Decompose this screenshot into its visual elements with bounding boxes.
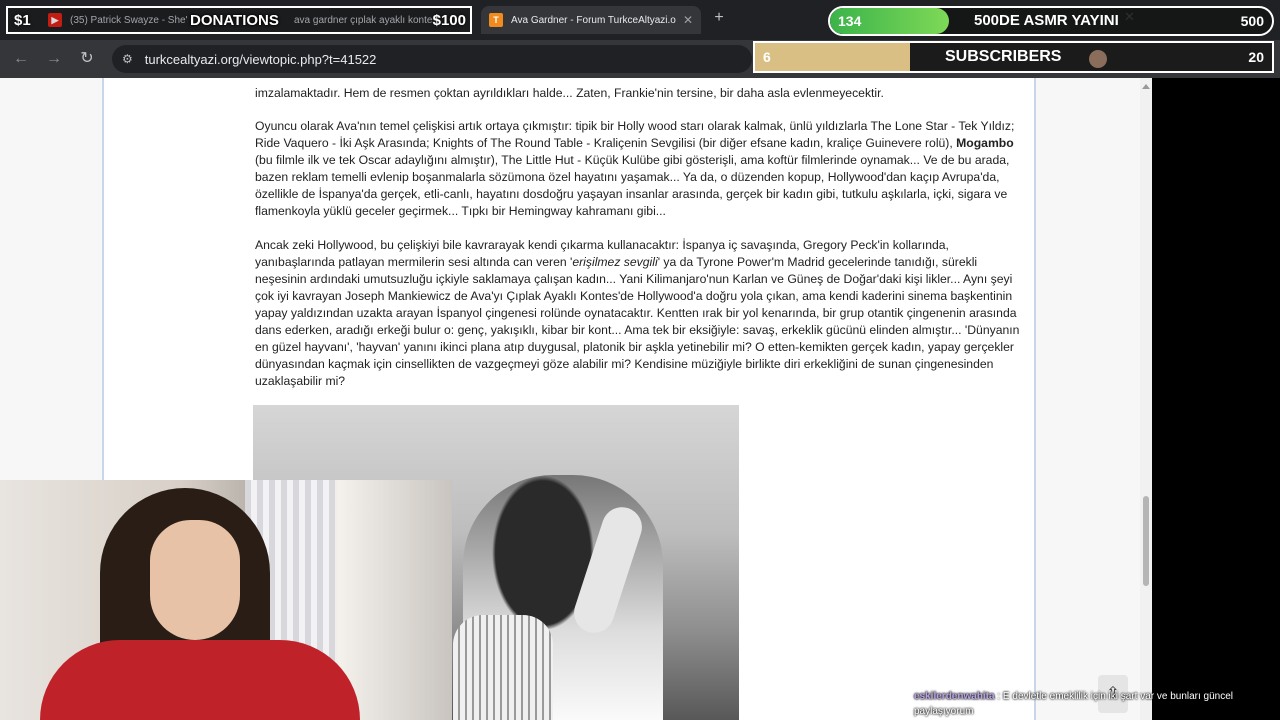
right-gutter [1036,78,1140,720]
avatar [1089,50,1107,68]
asmr-goal-current: 134 [838,13,862,29]
donation-min: $1 [14,12,31,29]
asmr-goal-overlay: 134 500DE ASMR YAYINI 500 [828,6,1274,36]
screen: { "browser": { "tabs": [ {"label": "(35)… [0,0,1280,720]
subscribers-goal-current: 6 [763,49,771,65]
subscribers-goal-title: SUBSCRIBERS [945,48,1062,65]
reload-icon[interactable]: ↻ [78,50,96,68]
donations-goal-overlay: $1 DONATIONS $100 [6,6,472,34]
webcam-feed [0,480,452,720]
tab-forum-active[interactable]: T Ava Gardner - Forum TurkceAltyazi.o ✕ [481,6,701,34]
donation-max: $100 [432,12,466,29]
new-tab-button[interactable]: + [710,9,728,27]
asmr-goal-max: 500 [1240,13,1264,29]
scrollbar-thumb[interactable] [1143,496,1149,586]
bold-film-title: Mogambo [956,136,1014,150]
site-settings-icon[interactable]: ⚙ [122,52,133,66]
subscribers-goal-max: 20 [1248,49,1264,65]
chat-message: eskilerdenwahita : E devletle emeklilik … [914,689,1254,719]
paragraph-0: imzalamaktadır. Hem de resmen çoktan ayr… [255,86,884,100]
tab-label: Ava Gardner - Forum TurkceAltyazi.o [511,14,676,26]
back-arrow-icon[interactable]: ← [12,50,30,68]
webcam-person-jacket [40,640,360,720]
photo-striped-top [453,615,553,720]
scrollbar[interactable] [1140,78,1152,720]
chat-username: eskilerdenwahita [914,691,995,702]
paragraph-1: Oyuncu olarak Ava'nın temel çelişkisi ar… [255,119,1015,218]
subscribers-goal-overlay: 6 SUBSCRIBERS 20 [753,41,1274,73]
forward-arrow-icon[interactable]: → [45,50,63,68]
forum-icon: T [489,13,503,27]
italic-phrase: erişilmez sevgili [572,255,658,269]
scroll-up-icon[interactable] [1142,84,1150,89]
close-icon[interactable]: ✕ [677,13,693,27]
asmr-goal-title: 500DE ASMR YAYINI [974,12,1119,29]
paragraph-2: Ancak zeki Hollywood, bu çelişkiyi bile … [255,238,1020,388]
donation-label: DONATIONS [190,12,279,29]
webcam-person-face [150,520,240,640]
subscribers-goal-fill [755,43,911,71]
url-text: turkcealtyazi.org/viewtopic.php?t=41522 [144,51,377,67]
address-bar[interactable]: ⚙ turkcealtyazi.org/viewtopic.php?t=4152… [112,45,752,73]
